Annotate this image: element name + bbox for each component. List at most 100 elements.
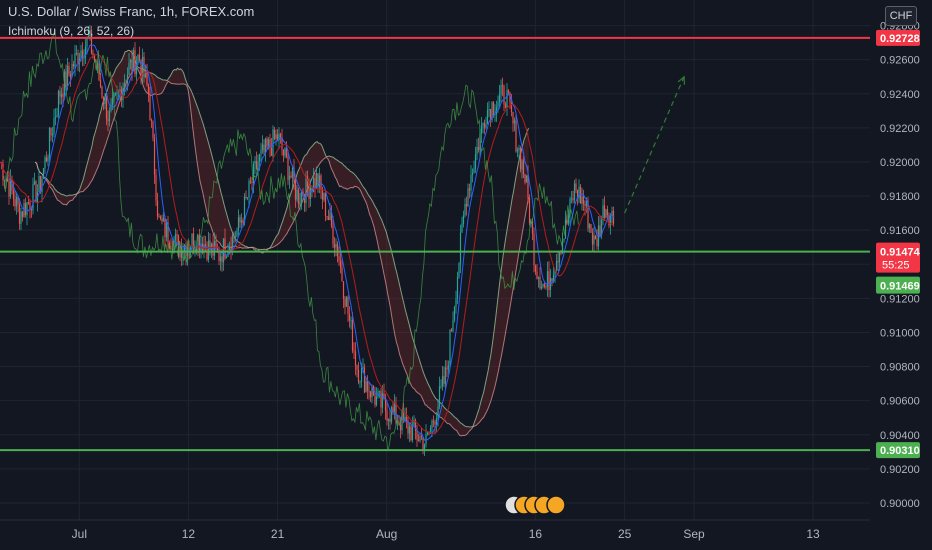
candle-body <box>390 407 393 423</box>
candle-body <box>26 202 28 216</box>
candle-body <box>557 260 559 263</box>
chart-title: U.S. Dollar / Swiss Franc, 1h, FOREX.com <box>8 4 255 19</box>
candle-body <box>278 133 280 140</box>
candle-body <box>254 161 256 164</box>
candle-body <box>504 104 507 108</box>
candle-body <box>476 146 478 155</box>
candle-body <box>42 168 45 179</box>
candle-body <box>536 271 538 279</box>
candle-body <box>449 329 451 366</box>
candle-body <box>533 233 535 266</box>
indicator-label[interactable]: Ichimoku (9, 26, 52, 26) <box>8 24 134 38</box>
candle-body <box>114 92 117 95</box>
candle-body <box>327 216 330 220</box>
candle-body <box>146 71 148 85</box>
candle-body <box>485 124 487 128</box>
candle-body <box>285 148 288 158</box>
candle-body <box>354 351 357 366</box>
candle-body <box>416 430 418 440</box>
candle-body <box>431 420 433 429</box>
y-tick-label: 0.91600 <box>880 225 920 237</box>
candle-body <box>381 393 384 408</box>
candle-body <box>251 182 253 184</box>
candle-body <box>579 186 582 204</box>
candle-body <box>347 297 349 314</box>
candle-body <box>470 175 472 191</box>
candle-body <box>480 125 483 134</box>
candle-body <box>558 251 561 263</box>
candle-body <box>333 244 336 248</box>
candle-body <box>54 117 57 119</box>
candle-body <box>537 277 540 279</box>
candle-body <box>266 138 268 147</box>
candle-body <box>245 196 247 199</box>
candle-body <box>260 149 262 155</box>
x-tick-label: Sep <box>683 527 705 541</box>
y-tick-label: 0.91800 <box>880 191 920 203</box>
candle-body <box>359 381 361 383</box>
candle-body <box>581 196 583 204</box>
candle-body <box>108 110 111 122</box>
candle-body <box>404 417 406 421</box>
candle-body <box>374 395 376 405</box>
candle-body <box>329 212 331 220</box>
candle-body <box>386 410 388 421</box>
candle-body <box>522 160 525 174</box>
x-tick-label: 16 <box>529 527 543 541</box>
candle-body <box>299 202 301 205</box>
candle-body <box>269 139 271 148</box>
currency-button[interactable]: CHF <box>885 6 917 26</box>
candle-body <box>68 66 70 75</box>
candle-body <box>360 368 363 382</box>
candle-body <box>453 306 456 321</box>
candle-body <box>152 121 154 139</box>
candle-body <box>263 144 265 153</box>
chart-area[interactable]: 0.90000 0.90200 0.90400 0.90600 0.90800 0.910… <box>0 0 932 550</box>
candle-body <box>102 97 105 105</box>
candle-body <box>69 74 72 78</box>
candle-body <box>516 149 519 152</box>
candle-body <box>15 196 18 207</box>
candle-body <box>446 367 448 370</box>
x-tick-label: Jul <box>72 527 87 541</box>
candle-body <box>534 265 537 272</box>
candle-body <box>59 91 61 97</box>
candle-body <box>605 209 607 218</box>
candle-body <box>12 190 15 200</box>
candle-body <box>153 138 156 175</box>
candle-body <box>591 232 594 245</box>
candle-body <box>233 234 235 237</box>
candle-body <box>60 93 63 97</box>
candle-body <box>122 88 124 101</box>
candle-body <box>50 127 52 136</box>
candle-body <box>459 232 462 264</box>
candle-body <box>18 204 21 224</box>
y-tick-label: 0.92600 <box>880 55 920 67</box>
candle-body <box>129 59 132 63</box>
candle-body <box>107 119 109 122</box>
candle-body <box>257 161 259 169</box>
candle-body <box>366 381 369 391</box>
candle-body <box>461 223 463 233</box>
candle-body <box>351 319 354 351</box>
candle-body <box>294 181 297 200</box>
candle-body <box>425 434 427 445</box>
candle-body <box>242 220 244 224</box>
candle-body <box>53 118 55 135</box>
y-tick-label: 0.90200 <box>880 464 920 476</box>
candle-body <box>74 53 76 67</box>
candle-body <box>159 216 162 219</box>
candle-body <box>126 74 129 84</box>
candle-body <box>131 59 133 71</box>
y-tick-label: 0.92400 <box>880 89 920 101</box>
candle-body <box>524 173 526 183</box>
candle-body <box>111 97 114 105</box>
candle-body <box>296 189 298 200</box>
price-chart[interactable]: 0.90000 0.90200 0.90400 0.90600 0.90800 0.910… <box>0 0 932 550</box>
candle-body <box>279 133 282 138</box>
candle-body <box>261 144 264 150</box>
candle-body <box>468 188 471 191</box>
candle-body <box>119 89 121 92</box>
y-tick-label: 0.91200 <box>880 293 920 305</box>
candle-body <box>540 286 543 289</box>
